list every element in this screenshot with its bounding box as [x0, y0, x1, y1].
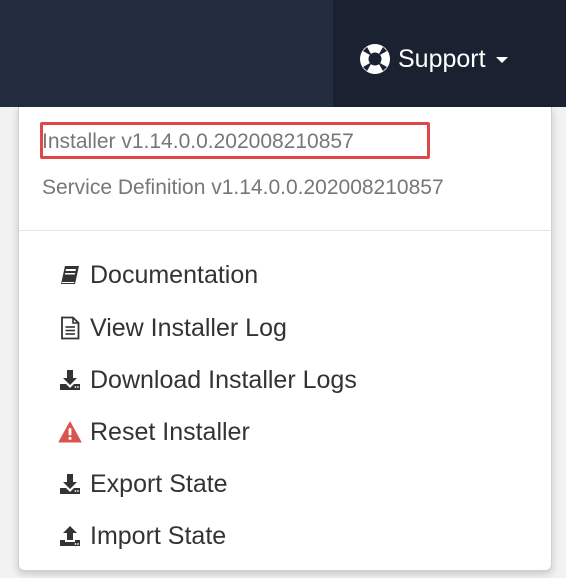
menu-item-download-installer-logs[interactable]: Download Installer Logs [58, 364, 357, 396]
warning-icon [58, 420, 82, 444]
menu-item-label: Import State [90, 521, 227, 550]
service-definition-version: Service Definition v1.14.0.0.20200821085… [42, 176, 444, 199]
upload-icon [58, 524, 82, 548]
installer-version-highlight [40, 122, 430, 159]
menu-item-export-state[interactable]: Export State [58, 468, 228, 500]
menu-item-label: View Installer Log [90, 313, 287, 342]
support-menu-toggle[interactable]: Support [358, 42, 508, 76]
menu-item-documentation[interactable]: Documentation [58, 259, 258, 291]
menu-item-reset-installer[interactable]: Reset Installer [58, 416, 250, 448]
menu-item-view-installer-log[interactable]: View Installer Log [58, 312, 287, 344]
menu-item-label: Documentation [90, 260, 259, 289]
download-icon [58, 472, 82, 496]
download-icon [58, 368, 82, 392]
file-text-icon [58, 316, 82, 340]
menu-item-label: Download Installer Logs [90, 365, 357, 394]
menu-item-label: Export State [90, 469, 228, 498]
menu-item-label: Reset Installer [90, 417, 250, 446]
caret-down-icon [495, 57, 508, 63]
support-label: Support [398, 44, 486, 73]
menu-divider [19, 230, 550, 231]
life-ring-icon [358, 42, 392, 76]
menu-item-import-state[interactable]: Import State [58, 520, 226, 552]
book-icon [58, 263, 82, 287]
